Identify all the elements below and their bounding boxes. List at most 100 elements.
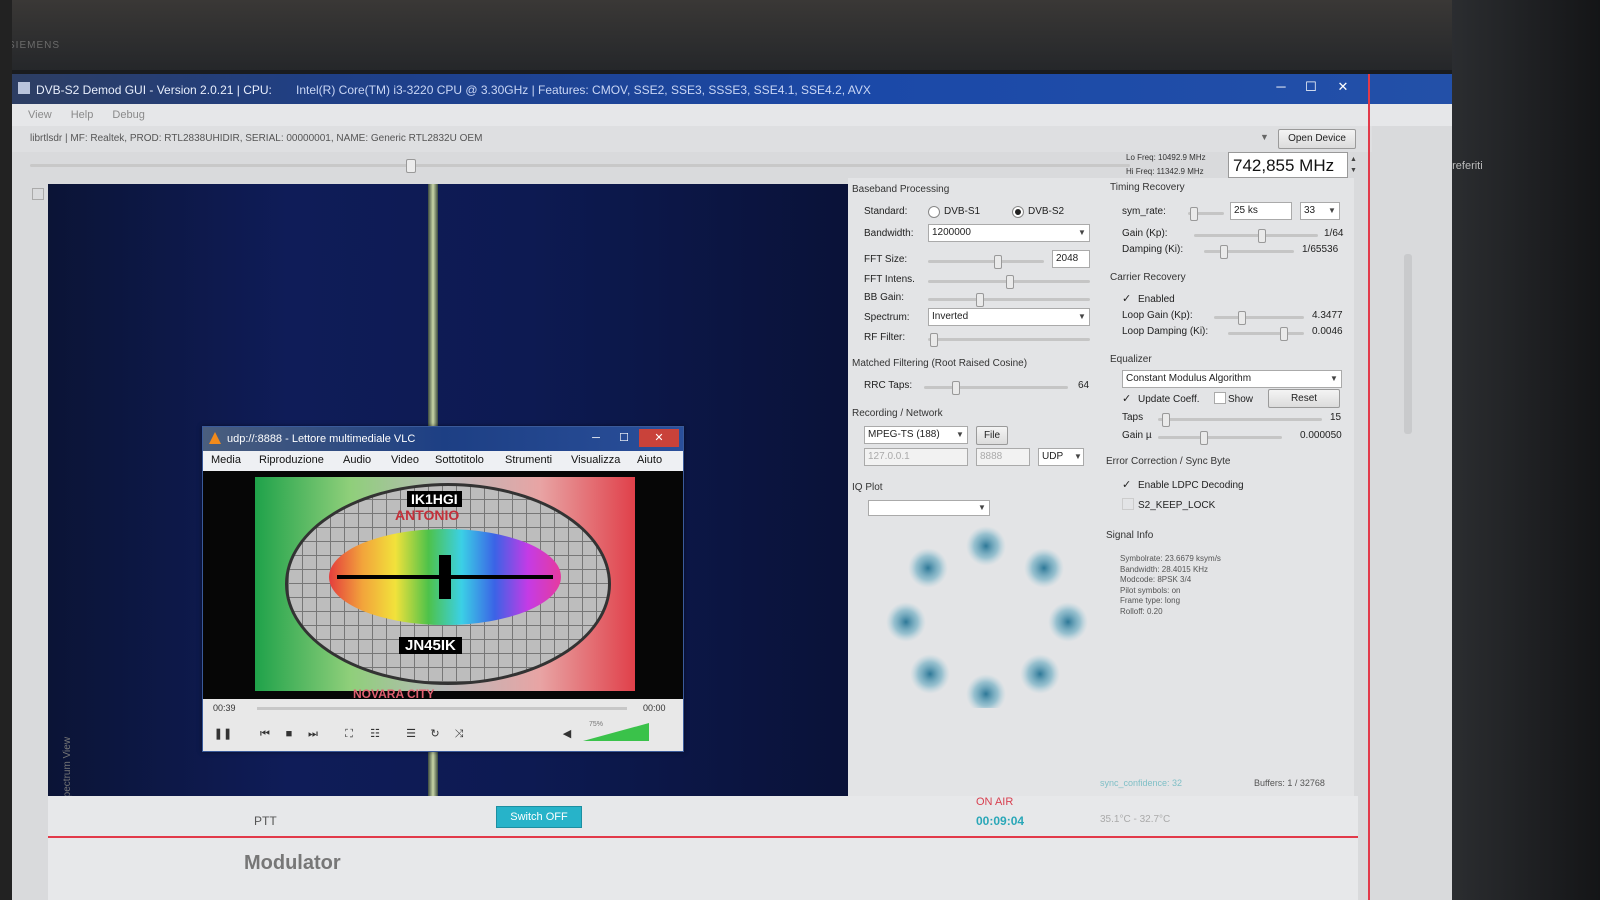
bb-gain-slider[interactable]	[928, 293, 1090, 307]
vlc-menu-video[interactable]: Video	[391, 454, 419, 466]
vlc-seek-bar[interactable]	[257, 707, 627, 710]
chevron-down-icon[interactable]: ▼	[1330, 374, 1338, 383]
radio-dvb-s1[interactable]	[928, 206, 940, 218]
eq-gain-label: Gain µ	[1122, 430, 1152, 441]
menu-debug[interactable]: Debug	[112, 109, 144, 121]
device-select[interactable]: librtlsdr | MF: Realtek, PROD: RTL2838UH…	[30, 133, 482, 144]
fft-size-value[interactable]: 2048	[1052, 250, 1090, 268]
timing-damping-slider[interactable]	[1204, 245, 1294, 259]
next-icon[interactable]: ⏭	[303, 725, 323, 743]
test-card-crossbar-v	[439, 555, 451, 599]
bandwidth-select[interactable]: 1200000	[928, 224, 1090, 242]
timing-gain-thumb[interactable]	[1258, 229, 1266, 243]
rrc-thumb[interactable]	[952, 381, 960, 395]
playlist-icon[interactable]: ☰	[401, 725, 421, 743]
file-button[interactable]: File	[976, 426, 1008, 445]
spectrum-select[interactable]: Inverted	[928, 308, 1090, 326]
timing-damping-thumb[interactable]	[1220, 245, 1228, 259]
ip-input[interactable]: 127.0.0.1	[864, 448, 968, 466]
vlc-close-icon[interactable]: ✕	[639, 429, 679, 447]
carrier-enabled-checkbox[interactable]: ✓	[1122, 292, 1131, 305]
show-checkbox[interactable]	[1214, 392, 1226, 404]
chevron-down-icon[interactable]: ▼	[1328, 206, 1336, 215]
fft-intens-thumb[interactable]	[1006, 275, 1014, 289]
bb-gain-thumb[interactable]	[976, 293, 984, 307]
chevron-down-icon[interactable]: ▼	[956, 430, 964, 439]
update-coeff-checkbox[interactable]: ✓	[1122, 392, 1131, 405]
rf-filter-thumb[interactable]	[930, 333, 938, 347]
switch-off-button[interactable]: Switch OFF	[496, 806, 582, 828]
loop-damping-slider[interactable]	[1228, 327, 1304, 341]
stop-icon[interactable]: ■	[279, 725, 299, 743]
frequency-input[interactable]: 742,855 MHz	[1228, 152, 1348, 178]
eq-gain-thumb[interactable]	[1200, 431, 1208, 445]
chevron-down-icon[interactable]: ▼	[978, 503, 986, 512]
settings-icon[interactable]	[32, 188, 44, 200]
tuning-slider-thumb[interactable]	[406, 159, 416, 173]
menu-view[interactable]: View	[28, 109, 52, 121]
red-edge-line	[1368, 74, 1370, 900]
equalizer-algorithm-select[interactable]: Constant Modulus Algorithm	[1122, 370, 1342, 388]
rf-filter-slider[interactable]	[928, 333, 1090, 347]
fft-intens-slider[interactable]	[928, 275, 1090, 289]
chevron-down-icon[interactable]: ▼	[1074, 452, 1082, 461]
vlc-minimize-icon[interactable]: ─	[583, 430, 609, 446]
taps-slider[interactable]	[1158, 413, 1322, 427]
fullscreen-icon[interactable]: ⛶	[339, 725, 359, 743]
iq-plot-select[interactable]	[868, 500, 990, 516]
loop-gain-thumb[interactable]	[1238, 311, 1246, 325]
chevron-down-icon[interactable]: ▼	[1078, 228, 1086, 237]
spectrum-view-label: Spectrum View	[62, 736, 73, 804]
menubar: View Help Debug	[12, 104, 1452, 126]
sym-rate-thumb[interactable]	[1190, 207, 1198, 221]
close-icon[interactable]: ✕	[1328, 77, 1358, 97]
loop-damping-thumb[interactable]	[1280, 327, 1288, 341]
extended-settings-icon[interactable]: ☷	[365, 725, 385, 743]
scrollbar[interactable]	[1404, 254, 1412, 434]
taps-value: 15	[1330, 412, 1342, 423]
chevron-down-icon[interactable]: ▼	[1078, 312, 1086, 321]
fft-size-label: FFT Size:	[864, 254, 908, 265]
tuning-slider[interactable]	[30, 159, 1130, 173]
sym-rate-input[interactable]: 25 ks	[1230, 202, 1292, 220]
keep-lock-checkbox[interactable]	[1122, 498, 1134, 510]
reset-button[interactable]: Reset	[1268, 389, 1340, 408]
vlc-menu-audio[interactable]: Audio	[343, 454, 371, 466]
signal-info: Symbolrate: 23.6679 ksym/s Bandwidth: 28…	[1120, 554, 1221, 617]
vlc-video-area[interactable]: IK1HGI ANTONIO JN45IK NOVARA CITY	[203, 471, 683, 699]
constellation-point	[1048, 602, 1088, 642]
vlc-menu-visualizza[interactable]: Visualizza	[571, 454, 620, 466]
vlc-maximize-icon[interactable]: ☐	[611, 430, 637, 446]
maximize-icon[interactable]: ☐	[1296, 77, 1326, 97]
port-input[interactable]: 8888	[976, 448, 1030, 466]
loop-icon[interactable]: ↻	[425, 725, 445, 743]
minimize-icon[interactable]: ─	[1266, 77, 1296, 97]
format-select[interactable]: MPEG-TS (188)	[864, 426, 968, 444]
pause-icon[interactable]: ❚❚	[213, 725, 233, 743]
rrc-slider[interactable]	[924, 381, 1068, 395]
vlc-menu-sottotitolo[interactable]: Sottotitolo	[435, 454, 484, 466]
chevron-down-icon[interactable]: ▼	[1260, 132, 1269, 142]
vlc-menu-media[interactable]: Media	[211, 454, 241, 466]
frequency-stepper[interactable]: ▲ ▼	[1350, 154, 1357, 176]
red-divider	[48, 836, 1358, 838]
fft-size-slider[interactable]	[928, 255, 1044, 269]
sym-rate-slider[interactable]	[1188, 207, 1224, 221]
fft-size-thumb[interactable]	[994, 255, 1002, 269]
eq-gain-slider[interactable]	[1158, 431, 1282, 445]
vlc-menu-strumenti[interactable]: Strumenti	[505, 454, 552, 466]
shuffle-icon[interactable]: ⤨	[449, 725, 469, 743]
settings-panel: Baseband Processing Standard: DVB-S1 DVB…	[848, 178, 1354, 796]
loop-gain-slider[interactable]	[1214, 311, 1304, 325]
taps-thumb[interactable]	[1162, 413, 1170, 427]
radio-dvb-s2[interactable]	[1012, 206, 1024, 218]
vlc-menu-aiuto[interactable]: Aiuto	[637, 454, 662, 466]
timing-gain-slider[interactable]	[1194, 229, 1318, 243]
menu-help[interactable]: Help	[71, 109, 94, 121]
signal-title: Signal Info	[1106, 530, 1154, 541]
ldpc-checkbox[interactable]: ✓	[1122, 478, 1131, 491]
open-device-button[interactable]: Open Device	[1278, 129, 1356, 149]
volume-icon[interactable]: ◀	[557, 725, 577, 743]
previous-icon[interactable]: ⏮	[255, 725, 275, 743]
vlc-menu-riproduzione[interactable]: Riproduzione	[259, 454, 324, 466]
